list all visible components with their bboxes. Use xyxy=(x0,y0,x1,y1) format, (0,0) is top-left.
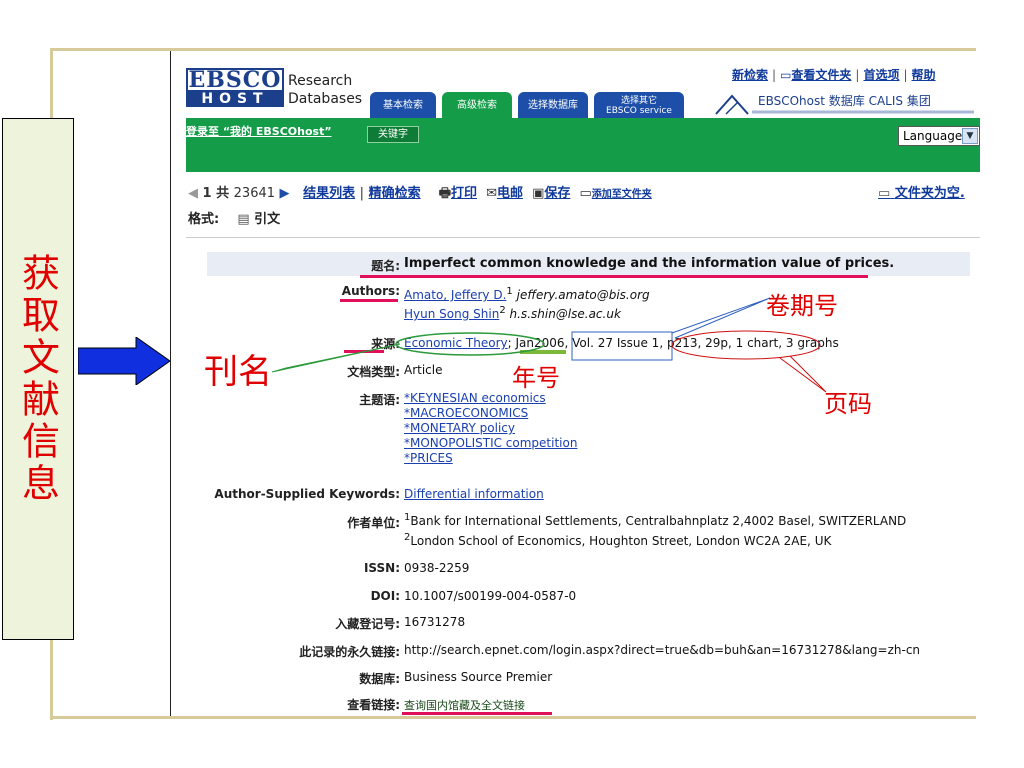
journal-callout-pointer xyxy=(271,343,401,373)
annotation-year: 年号 xyxy=(512,364,560,392)
annotation-journal: 刊名 xyxy=(204,352,272,392)
annotation-volume: 卷期号 xyxy=(766,292,838,320)
journal-highlight-ellipse xyxy=(395,332,545,356)
slide: 获取文献信息 EBSCO HOST Research Databases 基本检… xyxy=(0,0,1024,768)
volume-highlight-box xyxy=(571,331,673,361)
pages-callout-pointer xyxy=(779,355,827,393)
pages-highlight-ellipse xyxy=(671,330,821,360)
annotation-pages: 页码 xyxy=(824,390,872,418)
